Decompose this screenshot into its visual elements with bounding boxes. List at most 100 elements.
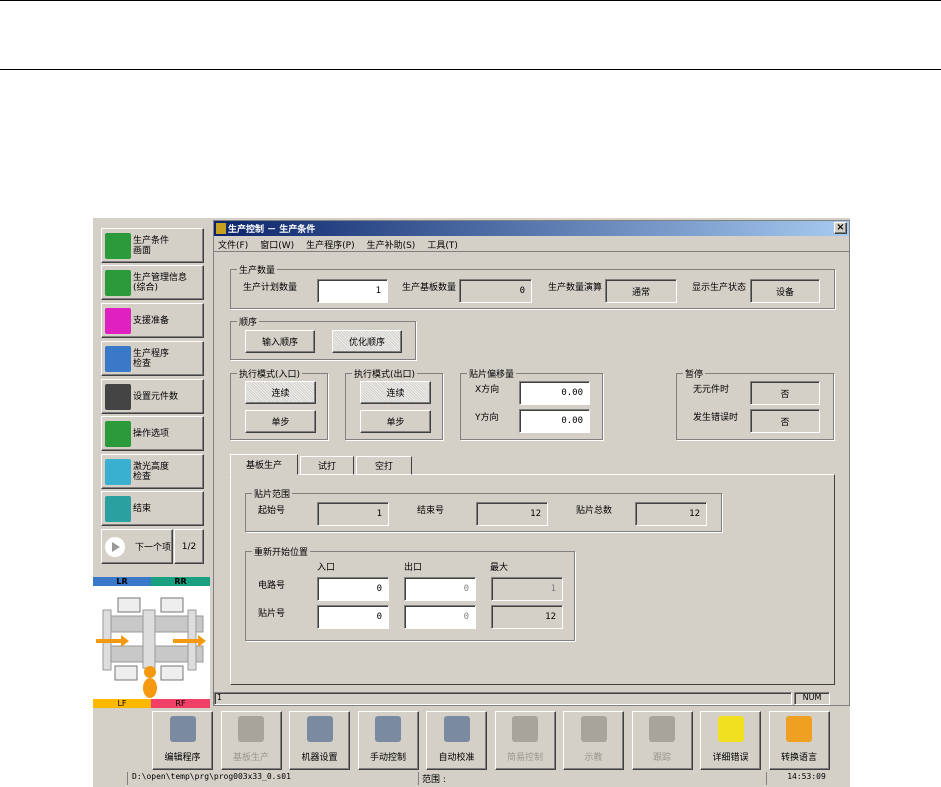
qty-calc-label: 生产数量演算 (548, 283, 603, 293)
simple-control-icon (512, 716, 538, 742)
plan-qty-input[interactable]: 1 (317, 279, 388, 303)
in-step-button[interactable]: 单步 (245, 410, 316, 433)
sidebar-item-label: 结束 (133, 503, 152, 514)
group-title: 生产数量 (237, 263, 278, 276)
toolbar-button[interactable]: 简易控制 (494, 711, 556, 770)
error-pause-field[interactable]: 否 (750, 409, 820, 433)
x-offset-input[interactable]: 0.00 (519, 381, 590, 405)
status-display-field[interactable]: 设备 (750, 279, 820, 303)
no-part-field[interactable]: 否 (750, 381, 820, 405)
edit-program-icon (169, 716, 196, 742)
toolbar-button-label: 自动校准 (438, 753, 475, 763)
toolbar-button[interactable]: 基板生产 (220, 711, 282, 770)
total-field: 12 (635, 502, 707, 526)
tab-dry-run[interactable]: 空打 (356, 456, 412, 475)
sidebar-item-2[interactable]: 生产管理信息 (综合) (101, 265, 204, 300)
head-rf-label: RF (151, 699, 210, 708)
toolbar-button-label: 编辑程序 (164, 753, 201, 763)
toolbar-button[interactable]: 编辑程序 (152, 711, 213, 770)
toolbar-button[interactable]: 机器设置 (289, 711, 350, 770)
toolbar-button[interactable]: 示教 (563, 711, 624, 770)
circuit-no-label: 电路号 (258, 581, 286, 591)
head-rr-label: RR (151, 577, 210, 586)
col-in-header: 入口 (317, 563, 336, 573)
close-button[interactable]: × (834, 222, 847, 234)
next-item-button[interactable]: 下一个项 (101, 529, 173, 564)
sidebar-item-7[interactable]: 激光高度 检查 (101, 454, 204, 489)
mount-no-label: 贴片号 (258, 609, 286, 619)
window-title: 生产控制 － 生产条件 (228, 225, 316, 235)
start-no-label: 起始号 (258, 506, 286, 516)
y-offset-input[interactable]: 0.00 (519, 409, 590, 433)
sidebar-item-label: 支援准备 (133, 315, 170, 326)
sidebar-item-label: 生产程序 检查 (133, 348, 170, 369)
clock: 14:53:09 (766, 772, 846, 785)
tab-trial[interactable]: 试打 (300, 456, 354, 475)
menu-item[interactable]: 文件(F) (218, 238, 248, 251)
out-step-button[interactable]: 单步 (360, 410, 431, 433)
in-continuous-button[interactable]: 连续 (245, 381, 316, 404)
app-icon (216, 223, 226, 234)
mount-in-input[interactable]: 0 (317, 605, 389, 629)
group-title: 顺序 (237, 315, 260, 328)
mount-out-input[interactable]: 0 (404, 605, 476, 629)
menu-item[interactable]: 生产程序(P) (306, 238, 354, 251)
group-title: 贴片范围 (252, 487, 293, 500)
circuit-in-input[interactable]: 0 (317, 577, 389, 601)
menu-item[interactable]: 工具(T) (427, 238, 458, 251)
col-max-header: 最大 (490, 563, 509, 573)
sidebar-item-label: 操作选项 (133, 428, 170, 439)
end-no-field: 12 (476, 502, 548, 526)
page-indicator[interactable]: 1/2 (174, 529, 204, 564)
group-title: 执行模式(出口) (352, 367, 418, 380)
optimize-order-button[interactable]: 优化顺序 (332, 330, 402, 353)
toolbar-button-label: 跟踪 (652, 753, 671, 763)
menu-item[interactable]: 生产补助(S) (367, 238, 416, 251)
toolbar-button[interactable]: 跟踪 (631, 711, 693, 770)
sidebar-item-1[interactable]: 生产条件 画面 (101, 228, 204, 263)
toolbar-button[interactable]: 手动控制 (357, 711, 419, 770)
board-production-icon (238, 716, 264, 742)
menu-item[interactable]: 窗口(W) (260, 238, 294, 251)
menu-bar: 文件(F) 窗口(W) 生产程序(P) 生产补助(S) 工具(T) (218, 238, 458, 251)
toolbar-button[interactable]: 转换语言 (768, 711, 830, 770)
end-no-label: 结束号 (417, 506, 445, 516)
support-prep-icon (105, 307, 131, 334)
trace-icon (649, 716, 675, 742)
qty-calc-field[interactable]: 通常 (605, 279, 677, 303)
toolbar-button-label: 机器设置 (301, 753, 338, 763)
start-no-field: 1 (317, 502, 389, 526)
divider (0, 69, 941, 70)
circuit-out-input[interactable]: 0 (404, 577, 476, 601)
board-qty-field: 0 (459, 279, 532, 303)
head-diagram: LR RR LF RF (93, 577, 210, 708)
application: 生产条件 画面 生产管理信息 (综合) 支援准备生产程序 检查设置元件数操作选项激光… (93, 218, 850, 787)
tab-board-production[interactable]: 基板生产 (230, 454, 298, 475)
sidebar-item-3[interactable]: 支援准备 (101, 303, 204, 338)
sidebar-item-6[interactable]: 操作选项 (101, 416, 204, 451)
input-order-button[interactable]: 输入顺序 (245, 330, 315, 353)
toolbar-button-label: 基板生产 (232, 753, 269, 763)
machine-settings-icon (306, 716, 333, 742)
program-path: D:\open\temp\prg\prog003x33_0.s01 (127, 772, 417, 785)
toolbar-button[interactable]: 详细错误 (700, 711, 761, 770)
menu-divider (214, 251, 849, 252)
language-switch-icon (786, 716, 812, 742)
x-offset-label: X方向 (475, 385, 500, 395)
sidebar-item-4[interactable]: 生产程序 检查 (101, 341, 204, 376)
exit-door-icon (105, 495, 131, 522)
num-lock-indicator: NUM (794, 692, 830, 705)
set-parts-icon (105, 383, 131, 410)
mount-max-field: 12 (491, 605, 563, 629)
plan-qty-label: 生产计划数量 (243, 283, 298, 293)
circuit-max-field: 1 (491, 577, 563, 601)
board-qty-label: 生产基板数量 (402, 283, 457, 293)
head-lr-label: LR (93, 577, 151, 586)
program-check-icon (105, 345, 131, 372)
sidebar-item-8[interactable]: 结束 (101, 491, 204, 526)
out-continuous-button[interactable]: 连续 (360, 381, 431, 404)
toolbar-button[interactable]: 自动校准 (426, 711, 487, 770)
play-icon (105, 536, 125, 557)
sidebar-item-5[interactable]: 设置元件数 (101, 379, 204, 414)
machine-layout-icon (96, 597, 206, 698)
